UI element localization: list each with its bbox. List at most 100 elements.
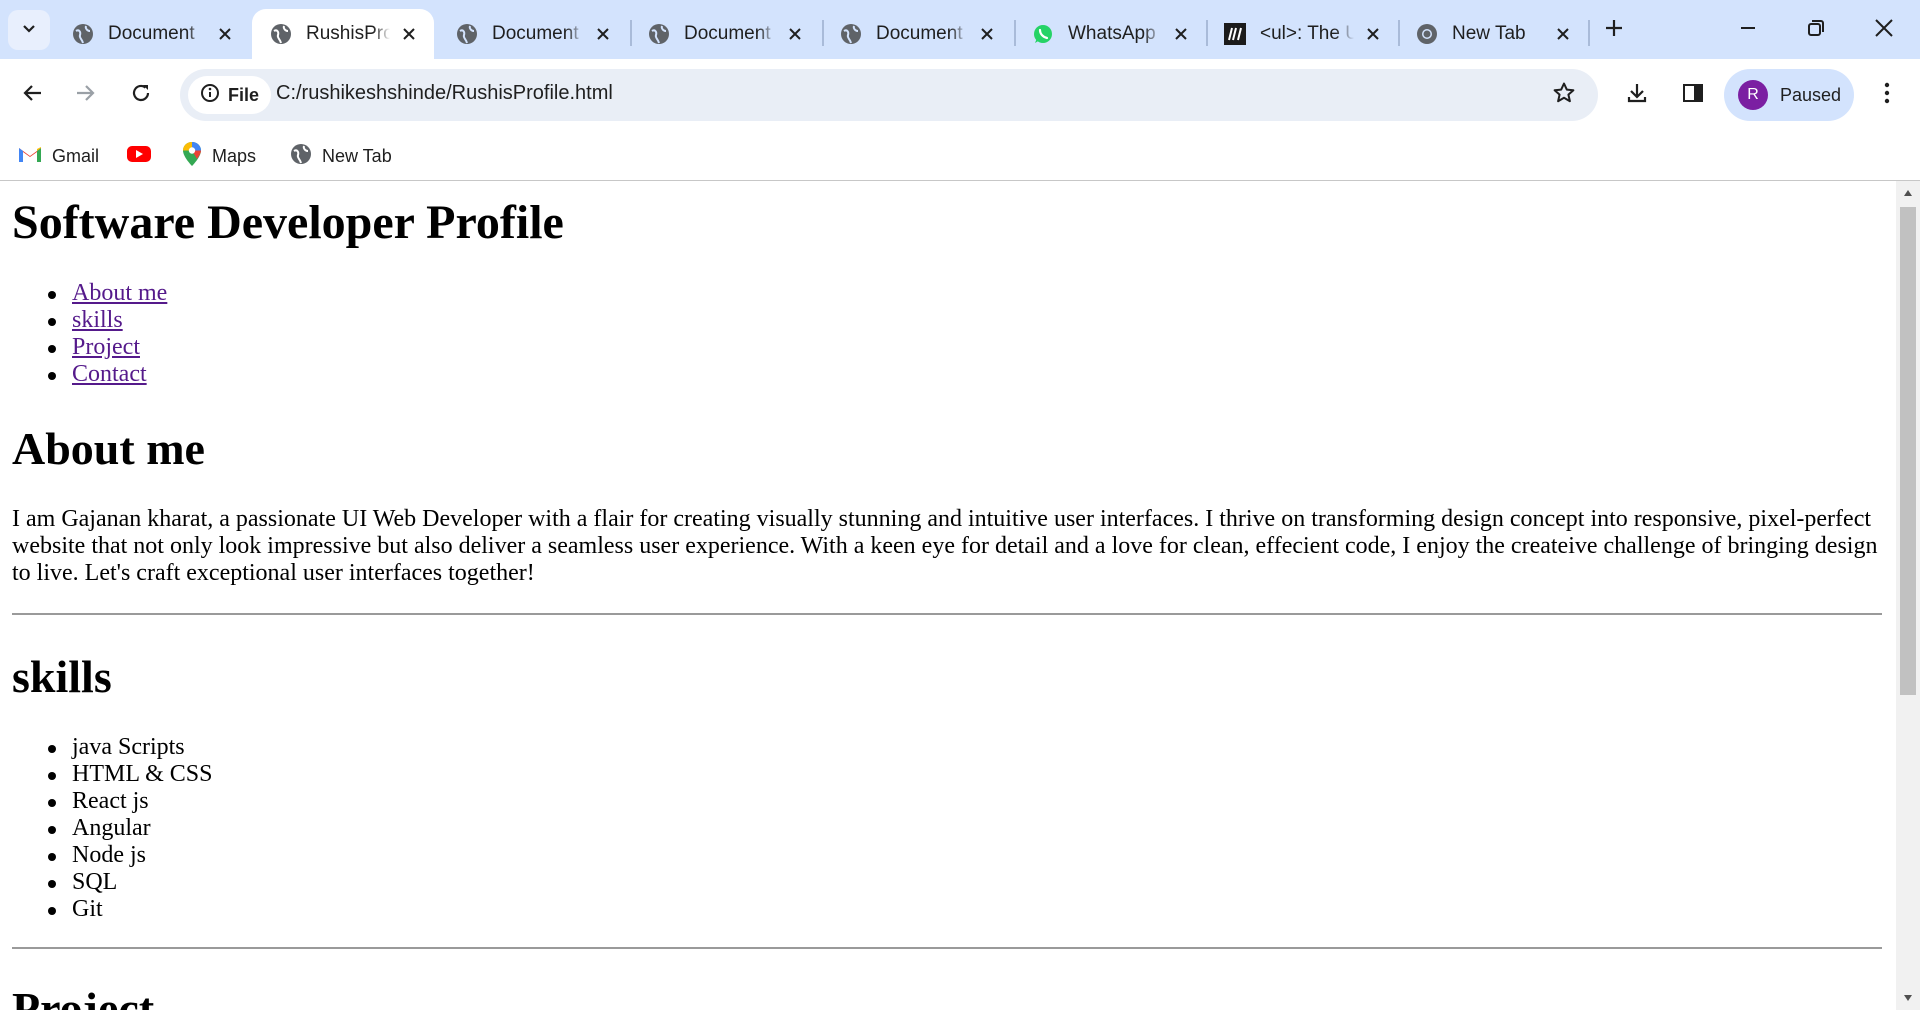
menu-button[interactable]	[1866, 74, 1908, 116]
tab-title: <ul>: The Unordered List element	[1260, 23, 1354, 44]
tab-separator	[1588, 20, 1590, 46]
back-button[interactable]	[12, 74, 54, 116]
list-item: SQL	[47, 869, 212, 896]
bookmark-gmail[interactable]: Gmail	[18, 141, 99, 171]
arrow-right-icon	[74, 82, 96, 109]
nav-list: About me skills Project Contact	[47, 280, 167, 388]
tab-search-button[interactable]	[8, 10, 50, 50]
site-info-label: File	[228, 84, 260, 105]
globe-icon	[648, 23, 670, 45]
more-vert-icon	[1883, 81, 1891, 110]
tab-strip: Document RushisProfile.html Document Doc…	[0, 0, 1920, 59]
close-icon[interactable]	[1170, 23, 1192, 45]
arrow-left-icon	[22, 82, 44, 109]
tab-new-tab[interactable]: New Tab	[1398, 9, 1588, 59]
close-icon[interactable]	[976, 23, 998, 45]
tab-document-2[interactable]: Document	[438, 9, 628, 59]
tab-title: New Tab	[1452, 23, 1526, 44]
tab-title: Document	[684, 23, 771, 44]
mdn-icon	[1224, 23, 1246, 45]
nav-link-skills[interactable]: skills	[72, 307, 123, 333]
tab-whatsapp[interactable]: WhatsApp	[1014, 9, 1206, 59]
vertical-scrollbar[interactable]	[1896, 181, 1920, 1010]
list-item: About me	[47, 280, 167, 307]
side-panel-icon	[1682, 82, 1704, 109]
minimize-button[interactable]	[1718, 6, 1778, 54]
list-item: skills	[47, 307, 167, 334]
close-icon[interactable]	[592, 23, 614, 45]
bookmarks-bar: Gmail Maps New Tab	[0, 131, 1920, 181]
list-item: HTML & CSS	[47, 761, 213, 787]
chevron-down-icon	[21, 20, 37, 41]
new-tab-button[interactable]	[1596, 12, 1632, 48]
url-text[interactable]: C:/rushikeshshinde/RushisProfile.html	[276, 82, 613, 105]
skills-heading: skills	[12, 651, 112, 702]
tab-title: WhatsApp	[1068, 23, 1156, 44]
tab-document-4[interactable]: Document	[822, 9, 1012, 59]
close-icon	[1874, 18, 1894, 43]
tab-title: RushisProfile.html	[306, 23, 390, 44]
divider	[12, 947, 1882, 949]
youtube-icon	[126, 144, 152, 169]
star-icon	[1552, 81, 1576, 110]
list-item: Node js	[47, 842, 212, 869]
list-item: Angular	[47, 815, 212, 842]
bookmark-star-button[interactable]	[1548, 79, 1580, 111]
avatar: R	[1738, 80, 1768, 110]
globe-icon	[840, 23, 862, 45]
scroll-down-arrow[interactable]	[1896, 988, 1920, 1008]
triangle-up-icon	[1904, 190, 1912, 196]
nav-link-project[interactable]: Project	[72, 334, 140, 360]
list-item: Contact	[47, 361, 167, 388]
page-content: Software Developer Profile About me skil…	[0, 181, 1896, 1010]
list-item: Project	[47, 334, 167, 361]
downloads-button[interactable]	[1616, 74, 1658, 116]
bookmark-new-tab[interactable]: New Tab	[290, 141, 392, 171]
globe-icon	[456, 23, 478, 45]
close-icon[interactable]	[214, 23, 236, 45]
restore-button[interactable]	[1786, 6, 1846, 54]
gmail-icon	[18, 145, 42, 168]
globe-icon	[72, 23, 94, 45]
list-item: java Scripts	[47, 734, 212, 761]
bookmark-maps[interactable]: Maps	[182, 141, 256, 171]
bookmark-youtube[interactable]	[126, 141, 152, 171]
restore-icon	[1807, 19, 1825, 42]
profile-button[interactable]: R Paused	[1724, 69, 1854, 121]
nav-link-about-me[interactable]: About me	[72, 280, 167, 306]
tab-mdn-ul[interactable]: <ul>: The Unordered List element	[1206, 9, 1398, 59]
skills-list: java Scripts HTML & CSS React js Angular…	[47, 734, 213, 923]
scroll-up-arrow[interactable]	[1896, 183, 1920, 203]
minimize-icon	[1739, 19, 1757, 42]
scrollbar-thumb[interactable]	[1900, 207, 1916, 695]
tab-document-1[interactable]: Document	[54, 9, 250, 59]
list-item: React js	[47, 788, 212, 815]
about-text: I am Gajanan kharat, a passionate UI Web…	[12, 506, 1878, 586]
reload-icon	[130, 82, 152, 109]
globe-icon	[290, 143, 312, 170]
close-icon[interactable]	[1552, 23, 1574, 45]
list-item: Git	[47, 896, 212, 923]
site-info-chip[interactable]: File	[188, 76, 272, 114]
side-panel-button[interactable]	[1672, 74, 1714, 116]
close-icon[interactable]	[784, 23, 806, 45]
tab-document-3[interactable]: Document	[630, 9, 820, 59]
omnibox[interactable]: File C:/rushikeshshinde/RushisProfile.ht…	[180, 69, 1598, 121]
close-icon[interactable]	[398, 23, 420, 45]
maps-icon	[182, 141, 202, 172]
reload-button[interactable]	[120, 74, 162, 116]
close-window-button[interactable]	[1854, 6, 1914, 54]
divider	[12, 613, 1882, 615]
bookmark-label: Maps	[212, 145, 257, 166]
plus-icon	[1604, 18, 1624, 43]
tab-title: Document	[876, 23, 963, 44]
about-heading: About me	[12, 423, 205, 474]
bookmark-label: Gmail	[52, 145, 100, 166]
forward-button[interactable]	[64, 74, 106, 116]
tab-rushis-profile[interactable]: RushisProfile.html	[252, 9, 434, 59]
nav-link-contact[interactable]: Contact	[72, 361, 147, 387]
chrome-icon	[1416, 23, 1438, 45]
page-title: Software Developer Profile	[12, 196, 564, 249]
close-icon[interactable]	[1362, 23, 1384, 45]
bookmark-label: New Tab	[322, 145, 392, 166]
